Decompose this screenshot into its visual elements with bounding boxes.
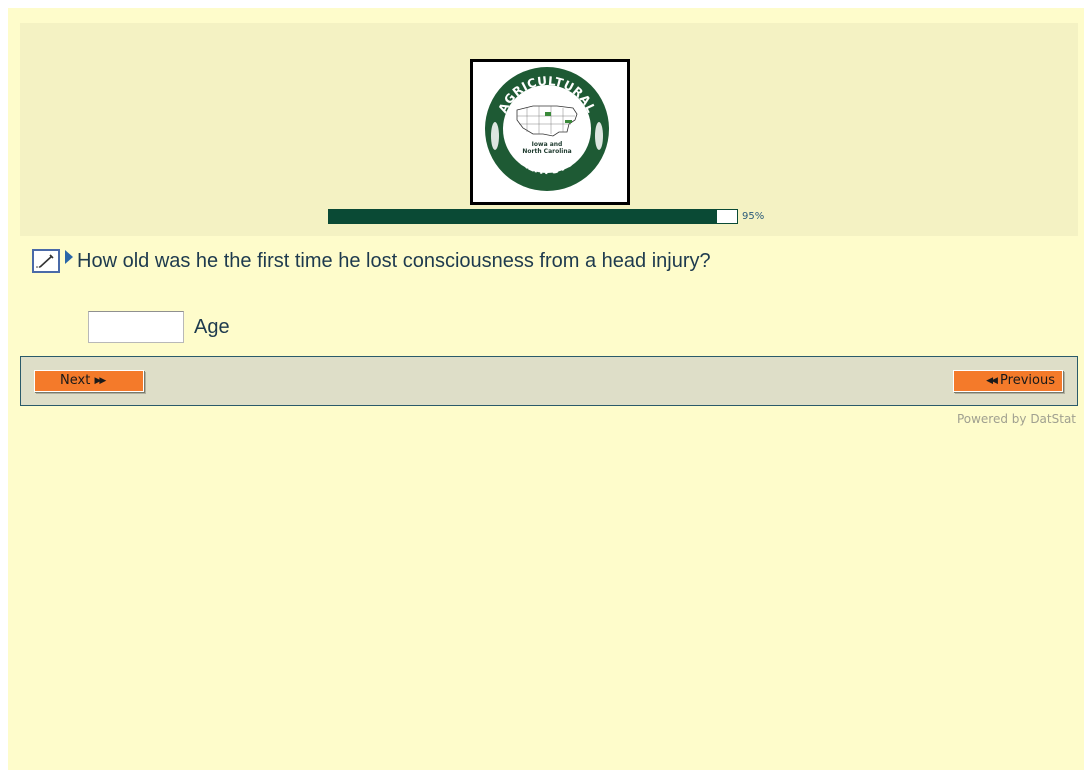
question-row: How old was he the first time he lost co… [32, 247, 711, 275]
survey-header: AGRICULTURAL Iowa and North Carolina HEA… [20, 23, 1078, 236]
navigation-bar: Next ▶▶ ◀◀ Previous [20, 356, 1078, 406]
double-arrow-left-icon: ◀◀ [986, 376, 998, 386]
next-button[interactable]: Next ▶▶ [34, 370, 144, 392]
next-button-label: Next [60, 373, 91, 388]
svg-text:Iowa and: Iowa and [532, 141, 563, 148]
pencil-edit-icon[interactable] [32, 249, 60, 273]
question-text: How old was he the first time he lost co… [77, 249, 711, 272]
previous-button-label: Previous [1000, 373, 1055, 388]
triangle-right-icon [65, 250, 73, 264]
double-arrow-right-icon: ▶▶ [94, 376, 106, 386]
progress-track [328, 209, 738, 224]
progress-percent: 95% [742, 211, 765, 222]
pencil-icon [36, 254, 54, 268]
age-label: Age [194, 315, 230, 338]
progress-bar: 95% [328, 209, 798, 225]
age-input[interactable] [88, 311, 184, 343]
powered-by-text: Powered by DatStat [956, 412, 1076, 426]
agricultural-health-study-logo: AGRICULTURAL Iowa and North Carolina HEA… [470, 59, 630, 205]
svg-text:North Carolina: North Carolina [522, 148, 571, 155]
logo-seal-icon: AGRICULTURAL Iowa and North Carolina HEA… [485, 67, 609, 191]
progress-fill [329, 210, 717, 223]
survey-page: AGRICULTURAL Iowa and North Carolina HEA… [8, 8, 1084, 770]
previous-button[interactable]: ◀◀ Previous [953, 370, 1063, 392]
answer-row: Age [88, 311, 230, 343]
